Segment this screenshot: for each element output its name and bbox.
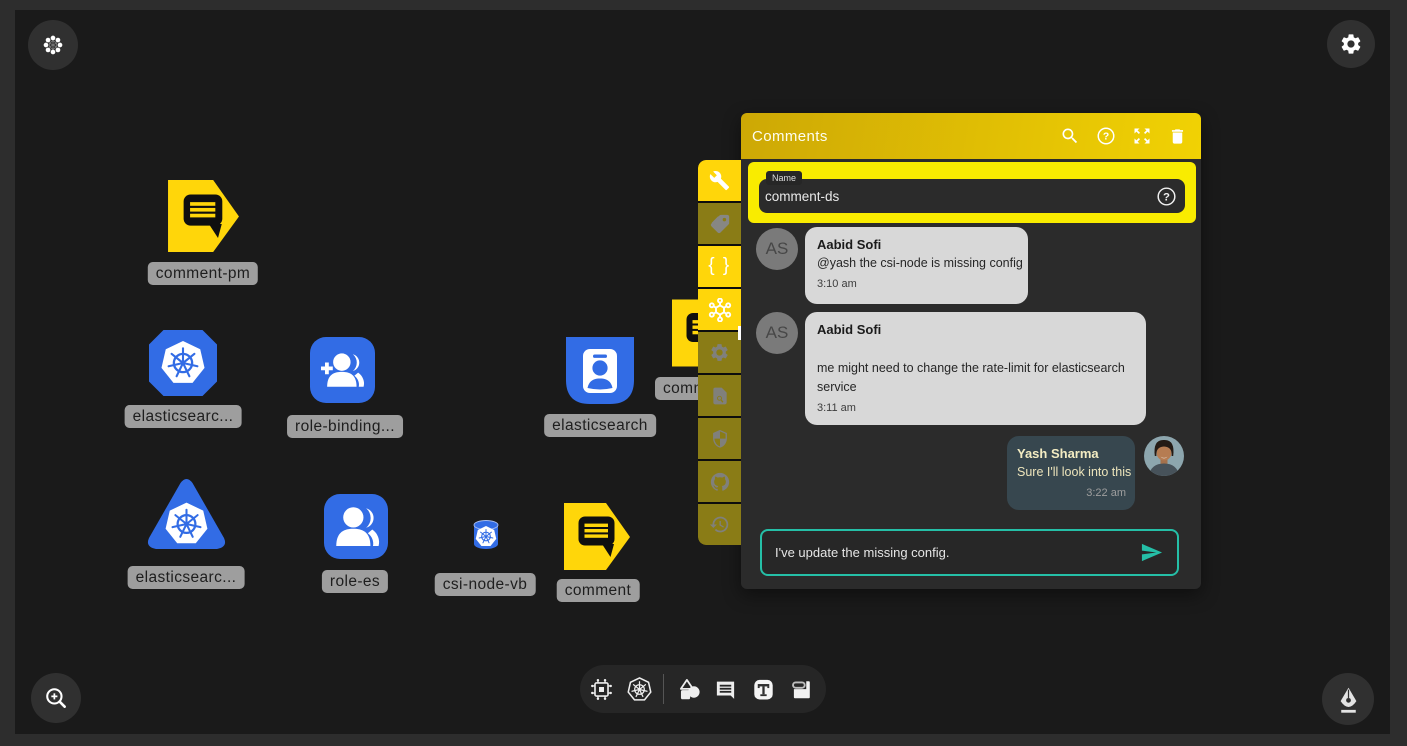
- svg-text:?: ?: [1103, 132, 1109, 143]
- svg-text:?: ?: [1163, 192, 1170, 204]
